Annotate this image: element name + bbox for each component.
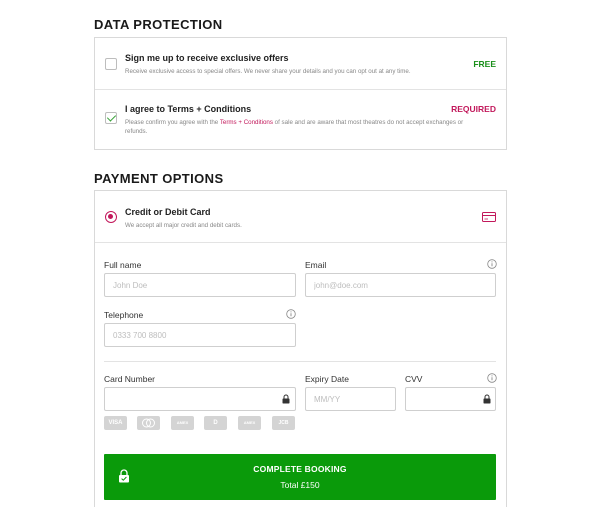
diners-logo: D: [204, 416, 227, 430]
info-icon[interactable]: [286, 309, 296, 319]
offers-description: Receive exclusive access to special offe…: [125, 68, 411, 75]
data-protection-card: Sign me up to receive exclusive offers R…: [94, 37, 507, 150]
card-number-label: Card Number: [104, 374, 156, 384]
lock-icon: [483, 394, 491, 404]
mastercard-icon: [142, 418, 155, 428]
terms-link[interactable]: Terms + Conditions: [220, 119, 273, 126]
terms-description: Please confirm you agree with the Terms …: [125, 118, 465, 136]
amex-logo-alt: AMEX: [238, 416, 261, 430]
divider: [95, 242, 506, 243]
terms-checkbox[interactable]: [105, 112, 117, 124]
expiry-label: Expiry Date: [305, 374, 349, 384]
offers-option[interactable]: Sign me up to receive exclusive offers R…: [95, 38, 506, 89]
divider: [104, 361, 496, 362]
card-number-input[interactable]: [104, 387, 296, 411]
cvv-label: CVV: [405, 374, 423, 384]
email-input[interactable]: [305, 273, 496, 297]
full-name-label: Full name: [104, 260, 142, 270]
info-icon[interactable]: [487, 373, 497, 383]
visa-logo: VISA: [104, 416, 127, 430]
payment-method-card[interactable]: Credit or Debit Card We accept all major…: [95, 191, 506, 242]
terms-title: I agree to Terms + Conditions: [125, 104, 252, 114]
amex-logo: AMEX: [171, 416, 194, 430]
offers-checkbox[interactable]: [105, 58, 117, 70]
data-protection-title: DATA PROTECTION: [94, 17, 223, 32]
mastercard-logo: [137, 416, 160, 430]
telephone-input[interactable]: [104, 323, 296, 347]
free-badge: FREE: [473, 59, 496, 69]
booking-total: Total £150: [280, 480, 320, 490]
payment-method-title: Credit or Debit Card: [125, 207, 211, 217]
complete-booking-label: COMPLETE BOOKING: [253, 464, 347, 474]
complete-booking-button[interactable]: COMPLETE BOOKING Total £150: [104, 454, 496, 500]
telephone-label: Telephone: [104, 310, 144, 320]
card-radio[interactable]: [105, 211, 117, 223]
lock-icon: [282, 394, 290, 404]
full-name-input[interactable]: [104, 273, 296, 297]
jcb-logo: JCB: [272, 416, 295, 430]
terms-description-before: Please confirm you agree with the: [125, 119, 220, 126]
credit-card-icon: [482, 212, 496, 222]
offers-title: Sign me up to receive exclusive offers: [125, 53, 289, 63]
expiry-input[interactable]: [305, 387, 396, 411]
email-label: Email: [305, 260, 327, 270]
payment-options-title: PAYMENT OPTIONS: [94, 171, 224, 186]
required-badge: REQUIRED: [451, 104, 496, 114]
payment-method-description: We accept all major credit and debit car…: [125, 222, 242, 229]
terms-option[interactable]: I agree to Terms + Conditions Please con…: [95, 90, 506, 150]
info-icon[interactable]: [487, 259, 497, 269]
